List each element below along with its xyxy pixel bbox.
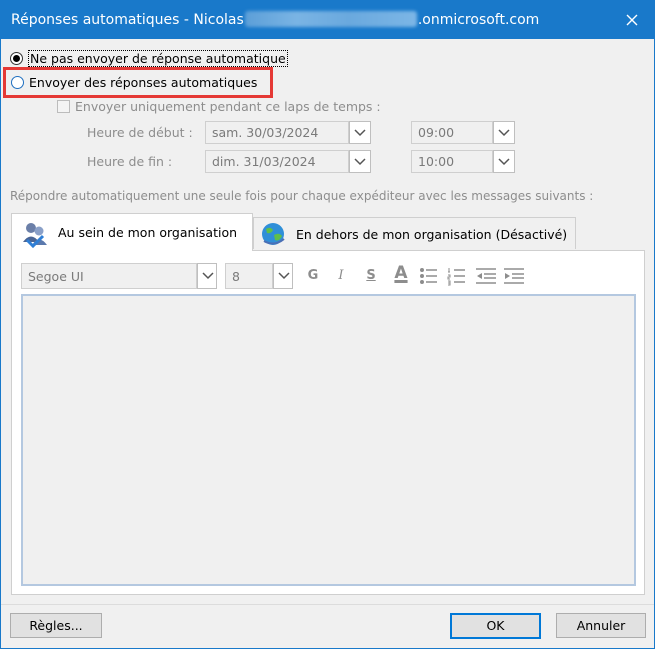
underline-button[interactable]: S <box>361 266 381 286</box>
users-icon <box>23 223 47 248</box>
chevron-down-icon <box>278 272 290 280</box>
chevron-down-icon <box>202 272 214 280</box>
font-name-dropdown[interactable] <box>197 263 217 289</box>
chevron-down-icon <box>498 158 510 166</box>
close-icon <box>626 14 638 26</box>
decrease-indent-button[interactable] <box>475 266 497 289</box>
numbered-list-icon <box>447 268 465 286</box>
end-date-field[interactable]: dim. 31/03/2024 <box>205 150 349 173</box>
start-date-value: sam. 30/03/2024 <box>212 125 319 140</box>
tab-outside-label: En dehors de mon organisation (Désactivé… <box>296 227 568 242</box>
font-name-value: Segoe UI <box>28 269 84 284</box>
start-time-value: 09:00 <box>418 125 455 140</box>
no-reply-label[interactable]: Ne pas envoyer de réponse automatique <box>28 50 288 67</box>
end-time-dropdown[interactable] <box>493 150 515 173</box>
close-button[interactable] <box>619 7 645 33</box>
window-title: Réponses automatiques - Nicolas .onmicros… <box>11 11 539 28</box>
font-color-button[interactable]: A <box>391 263 411 283</box>
instructions-text: Répondre automatiquement une seule fois … <box>10 189 594 203</box>
tab-inside-organization[interactable]: Au sein de mon organisation <box>11 213 253 251</box>
title-prefix: Réponses automatiques - Nicolas <box>11 12 244 28</box>
start-time-label: Heure de début : <box>87 125 193 140</box>
auto-replies-dialog: Réponses automatiques - Nicolas .onmicros… <box>0 0 655 649</box>
bullet-list-icon <box>420 268 437 284</box>
only-during-label: Envoyer uniquement pendant ce laps de te… <box>75 99 381 114</box>
increase-indent-icon <box>504 268 524 284</box>
bullet-list-button[interactable] <box>419 266 439 289</box>
start-date-dropdown[interactable] <box>349 121 371 144</box>
send-replies-radio[interactable] <box>11 76 24 89</box>
end-time-label: Heure de fin : <box>87 154 173 169</box>
cancel-button[interactable]: Annuler <box>556 613 646 638</box>
globe-icon <box>262 223 285 245</box>
end-time-value: 10:00 <box>418 154 455 169</box>
chevron-down-icon <box>498 129 510 137</box>
end-date-value: dim. 31/03/2024 <box>212 154 316 169</box>
footer-divider <box>1 604 654 605</box>
rules-button[interactable]: Règles... <box>10 613 102 638</box>
only-during-checkbox[interactable] <box>57 100 70 113</box>
font-size-field[interactable]: 8 <box>225 263 273 289</box>
end-date-dropdown[interactable] <box>349 150 371 173</box>
font-size-value: 8 <box>232 269 240 284</box>
message-editor[interactable] <box>21 294 636 586</box>
send-replies-label[interactable]: Envoyer des réponses automatiques <box>29 75 257 90</box>
ok-button[interactable]: OK <box>450 613 541 639</box>
start-time-field[interactable]: 09:00 <box>411 121 493 144</box>
chevron-down-icon <box>354 158 366 166</box>
start-time-dropdown[interactable] <box>493 121 515 144</box>
font-name-field[interactable]: Segoe UI <box>21 263 197 289</box>
start-date-field[interactable]: sam. 30/03/2024 <box>205 121 349 144</box>
title-suffix: .onmicrosoft.com <box>417 12 540 28</box>
redacted-email-blur <box>244 11 417 27</box>
increase-indent-button[interactable] <box>503 266 525 289</box>
chevron-down-icon <box>354 129 366 137</box>
title-bar[interactable]: Réponses automatiques - Nicolas .onmicros… <box>1 1 654 39</box>
bold-button[interactable]: G <box>303 266 323 286</box>
no-reply-radio[interactable] <box>10 52 23 65</box>
end-time-field[interactable]: 10:00 <box>411 150 493 173</box>
font-size-dropdown[interactable] <box>273 263 293 289</box>
decrease-indent-icon <box>476 268 496 284</box>
tab-outside-organization[interactable]: En dehors de mon organisation (Désactivé… <box>253 217 576 249</box>
tab-inside-label: Au sein de mon organisation <box>58 225 238 240</box>
numbered-list-button[interactable] <box>447 266 467 289</box>
italic-button[interactable]: I <box>331 266 351 286</box>
